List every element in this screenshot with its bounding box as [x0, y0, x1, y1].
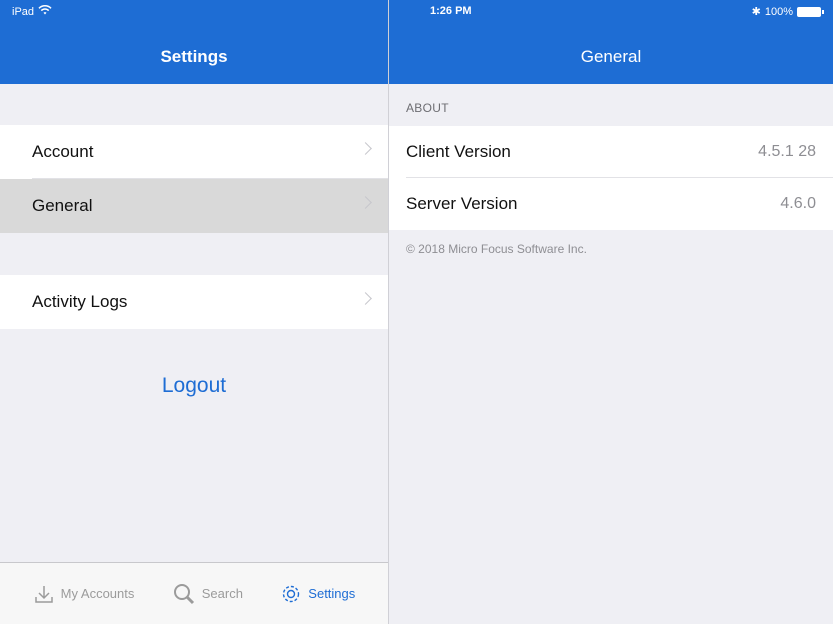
wifi-icon — [38, 5, 52, 18]
settings-item-activity-logs[interactable]: Activity Logs — [0, 275, 388, 329]
info-value: 4.5.1 28 — [758, 143, 816, 160]
chevron-right-icon — [359, 292, 372, 305]
tab-label: Settings — [308, 586, 356, 601]
battery-icon — [797, 6, 824, 17]
status-bar: iPad 1:26 PM ✱ 100% — [0, 0, 833, 24]
settings-item-label: General — [32, 196, 93, 215]
settings-item-account[interactable]: Account — [0, 125, 388, 179]
gear-icon — [280, 583, 302, 605]
settings-item-label: Activity Logs — [32, 292, 128, 311]
chevron-right-icon — [359, 196, 372, 209]
copyright-text: © 2018 Micro Focus Software Inc. — [406, 242, 587, 256]
status-left: iPad — [12, 5, 52, 18]
info-label: Server Version — [406, 194, 518, 213]
status-right: ✱ 100% — [751, 5, 824, 18]
client-version-row: Client Version 4.5.1 28 — [389, 126, 833, 178]
settings-item-label: Account — [32, 142, 94, 161]
download-icon — [33, 583, 55, 605]
logout-button[interactable]: Logout — [0, 374, 388, 398]
info-label: Client Version — [406, 142, 511, 161]
tab-label: My Accounts — [60, 586, 135, 601]
navigation-bar: iPad 1:26 PM ✱ 100% Settings General — [0, 0, 833, 84]
status-time: 1:26 PM — [430, 5, 472, 17]
tab-bar: My Accounts Search Settings — [0, 562, 388, 624]
tab-settings[interactable]: Settings — [280, 583, 355, 605]
right-nav-title: General — [580, 47, 642, 66]
chevron-right-icon — [359, 142, 372, 155]
tab-label: Search — [201, 586, 243, 601]
general-pane: ABOUT Client Version 4.5.1 28 Server Ver… — [389, 84, 833, 624]
settings-item-general[interactable]: General — [0, 179, 388, 233]
search-icon — [172, 582, 196, 606]
section-header-about: ABOUT — [406, 101, 449, 115]
bluetooth-icon: ✱ — [751, 6, 761, 18]
settings-pane: Account General Activity Logs Logout My … — [0, 84, 388, 624]
battery-percent: 100% — [764, 5, 793, 18]
left-nav-title: Settings — [160, 47, 228, 66]
device-label: iPad — [12, 5, 35, 18]
server-version-row: Server Version 4.6.0 — [389, 178, 833, 230]
tab-search[interactable]: Search — [172, 582, 243, 606]
tab-my-accounts[interactable]: My Accounts — [33, 583, 135, 605]
info-value: 4.6.0 — [780, 195, 816, 212]
